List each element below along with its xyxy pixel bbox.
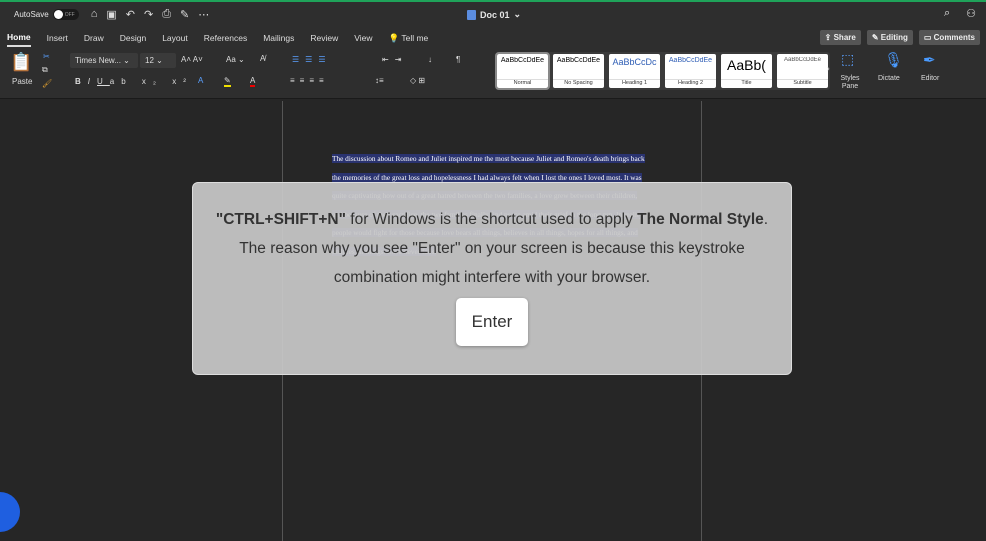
style-heading-2[interactable]: AaBbCcDdEe Heading 2 [665,54,716,88]
style-title[interactable]: AaBb(Title [721,54,772,88]
shading-borders-icon[interactable]: ◇ ⊞ [410,76,425,85]
autosave-label: AutoSave [14,10,49,19]
document-title[interactable]: Doc 01 ⌄ [467,9,521,20]
microphone-icon[interactable]: 🎙 [884,51,903,69]
change-case-button[interactable]: Aa ⌄ [226,55,245,64]
line-spacing-icon[interactable]: ↕≡ [375,76,384,85]
text-effects-icon[interactable]: A [198,76,203,85]
copy-icon[interactable]: ⧉ [42,65,48,75]
doc-title-text: Doc 01 [480,9,510,20]
grow-font-icon[interactable]: A˄ A˅ [181,55,203,64]
enter-key-button[interactable]: Enter [455,298,529,346]
align-buttons[interactable]: ≡≡≡≡ [290,76,329,85]
print-icon[interactable]: ⎙ [162,8,171,21]
tab-insert[interactable]: Insert [47,30,68,46]
ribbon: 📋 Paste ✂ ⧉ 🖌 Times New... ⌄ 12 ⌄ A˄ A˅ … [0,49,986,99]
styles-more-icon[interactable]: › [827,64,830,73]
more-icon[interactable]: ⋯ [198,8,209,21]
font-color-icon[interactable]: A [250,76,256,87]
share-button[interactable]: ⇪ Share [819,30,861,45]
search-icon[interactable]: ⌕ [944,7,950,20]
cut-icon[interactable]: ✂ [43,52,50,61]
style-heading-1[interactable]: AaBbCcDc Heading 1 [609,54,660,88]
style-no-spacing[interactable]: AaBbCcDdEe No Spacing [553,54,604,88]
shortcut-overlay: "CTRL+SHIFT+N" for Windows is the shortc… [192,182,792,375]
editor-pen-icon[interactable]: ✒ [923,51,936,69]
tab-tell-me[interactable]: 💡 Tell me [389,30,429,47]
font-size-select[interactable]: 12 ⌄ [140,53,176,68]
editor-label: Editor [921,75,940,82]
comments-button[interactable]: ▭ Comments [918,30,980,45]
indent-buttons[interactable]: ⇤⇥ [382,55,407,64]
editing-button[interactable]: ✎ Editing [866,30,913,45]
title-bar: AutoSave OFF ⌂ ▣ ↶ ↷ ⎙ ✎ ⋯ Doc 01 ⌄ ⌕ ⚇ [0,2,986,27]
paste-label: Paste [12,77,33,86]
tab-mailings[interactable]: Mailings [263,30,294,46]
sort-icon[interactable]: ↓ [428,55,432,64]
paste-icon[interactable]: 📋 [10,52,32,73]
edit-icon[interactable]: ✎ [180,8,189,21]
word-doc-icon [467,9,476,20]
styles-pane-label: Styles Pane [840,75,860,90]
redo-icon[interactable]: ↷ [144,8,153,21]
save-icon[interactable]: ▣ [106,8,116,21]
undo-icon[interactable]: ↶ [126,8,135,21]
share-person-icon[interactable]: ⚇ [966,7,976,20]
highlight-icon[interactable]: ✎ [224,76,231,87]
autosave-toggle[interactable]: OFF [52,9,79,20]
home-icon[interactable]: ⌂ [91,8,98,21]
tab-references[interactable]: References [204,30,247,46]
style-normal[interactable]: AaBbCcDdEe Normal [495,52,550,90]
clear-format-icon[interactable]: A̸ [260,54,265,63]
tab-view[interactable]: View [354,30,372,46]
tab-review[interactable]: Review [310,30,338,46]
toggle-state: OFF [64,11,75,18]
styles-gallery: AaBbCcDdEe Normal AaBbCcDdEe No Spacing Aa… [495,52,830,90]
shortcut-message: "CTRL+SHIFT+N" for Windows is the shortc… [215,211,769,286]
tab-layout[interactable]: Layout [162,30,188,46]
dictate-label: Dictate [878,75,900,82]
paragraph-mark-icon[interactable]: ¶ [456,55,460,64]
format-painter-icon[interactable]: 🖌 [42,79,52,88]
tab-draw[interactable]: Draw [84,30,104,46]
list-buttons[interactable]: ☰☰☰ [292,55,332,64]
ribbon-tabs: Home Insert Draw Design Layout Reference… [0,27,986,49]
style-subtitle[interactable]: AaBbCcDdEe Subtitle [777,54,828,88]
font-select[interactable]: Times New... ⌄ [70,53,138,68]
format-buttons[interactable]: BIUab x₂ x² [75,77,193,86]
styles-pane-icon[interactable]: ⬚ [841,51,854,68]
tab-design[interactable]: Design [120,30,146,46]
tab-home[interactable]: Home [7,29,31,47]
